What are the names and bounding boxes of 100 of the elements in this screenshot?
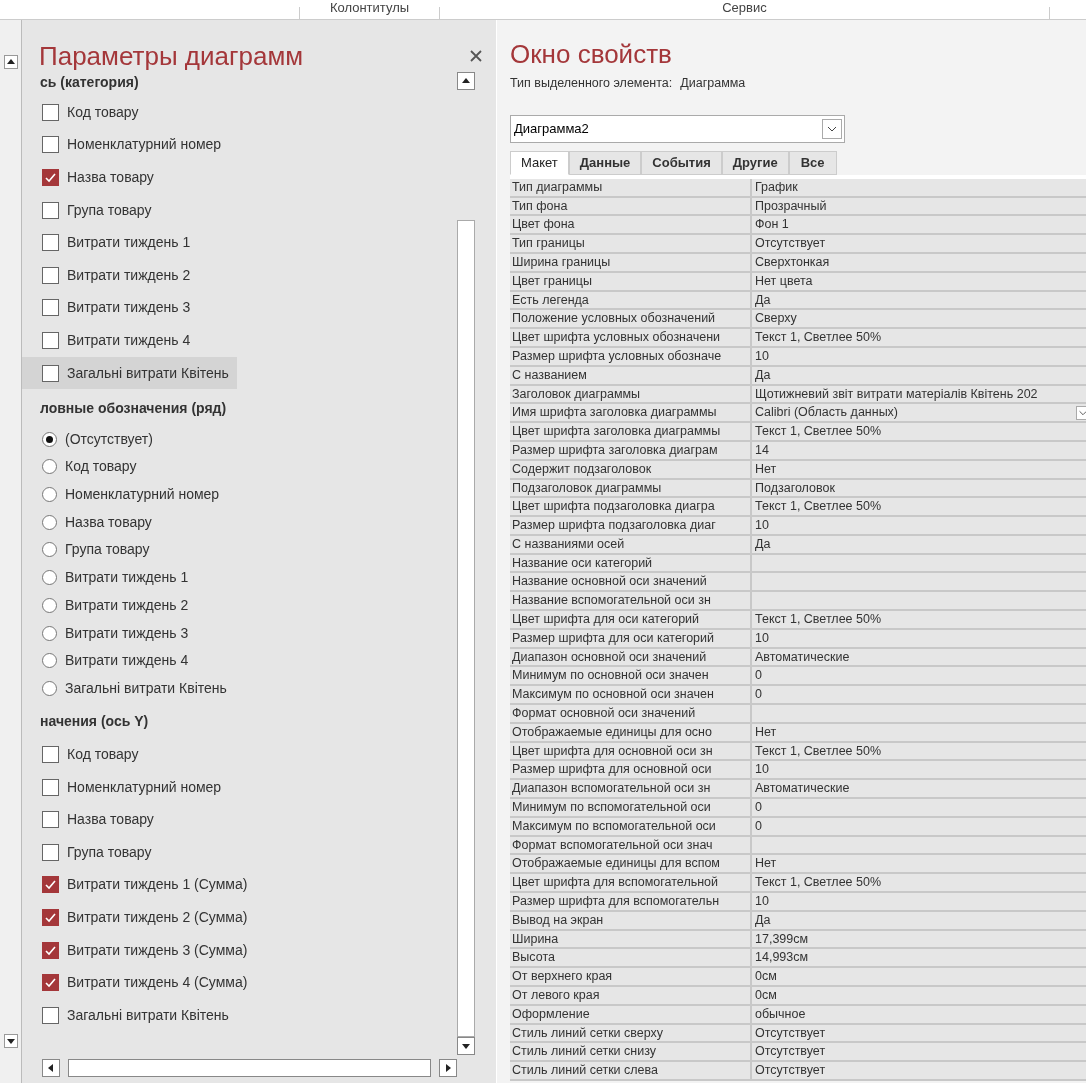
property-value[interactable]: 0см — [752, 987, 1086, 1006]
checkbox[interactable] — [42, 266, 59, 284]
radio-button[interactable] — [42, 680, 57, 696]
selection-type-value: Диаграмма — [680, 75, 746, 92]
radio-button[interactable] — [42, 653, 57, 669]
checkbox-option[interactable]: Номенклатурний номер — [22, 770, 230, 804]
radio-button[interactable] — [42, 459, 57, 475]
radio-option[interactable]: Витрати тиждень 2 — [22, 591, 189, 620]
radio-button[interactable] — [42, 570, 57, 586]
radio-option[interactable]: Код товару — [22, 453, 137, 481]
property-value[interactable]: Отсутствует — [752, 235, 1086, 254]
checkbox[interactable] — [42, 1006, 59, 1024]
property-value[interactable]: Текст 1, Светлее 50% — [752, 423, 1086, 442]
radio-option[interactable]: Витрати тиждень 1 — [22, 563, 189, 592]
checkbox[interactable] — [42, 136, 59, 154]
checkbox[interactable] — [42, 201, 59, 219]
scroll-down-button[interactable] — [3, 1034, 18, 1048]
checkbox[interactable] — [42, 909, 59, 926]
tab[interactable]: Макет — [510, 150, 569, 175]
checkbox-option[interactable]: Назва товару — [22, 161, 162, 194]
checkbox-option[interactable]: Витрати тиждень 4 — [22, 324, 199, 357]
property-value[interactable]: Сверху — [752, 310, 1086, 330]
radio-button[interactable] — [42, 542, 57, 558]
property-value[interactable]: 10 — [752, 517, 1086, 536]
checkbox[interactable] — [42, 331, 59, 349]
property-value[interactable]: 0 — [752, 667, 1086, 687]
radio-option[interactable]: (Отсутствует) — [22, 425, 153, 454]
property-name: Цвет фона — [510, 216, 752, 236]
checkbox[interactable] — [42, 843, 59, 861]
property-value[interactable]: Отсутствует — [752, 1062, 1086, 1081]
radio-option[interactable]: Витрати тиждень 3 — [22, 619, 189, 647]
checkbox[interactable] — [42, 103, 59, 121]
checkbox-option[interactable]: Загальні витрати Квітень — [22, 356, 237, 390]
property-name: Минимум по основной оси значен — [510, 667, 752, 687]
object-dropdown[interactable]: Диаграмма2 — [510, 114, 845, 143]
horizontal-scrollbar[interactable] — [42, 1059, 457, 1077]
property-value[interactable]: Calibri (Область данных) — [752, 404, 1086, 424]
checkbox-option[interactable]: Код товару — [22, 96, 147, 129]
checkbox-option[interactable]: Витрати тиждень 3 — [22, 291, 199, 325]
property-value[interactable]: Текст 1, Светлее 50% — [752, 874, 1086, 894]
close-icon[interactable] — [470, 50, 482, 62]
chevron-down-icon[interactable] — [1076, 406, 1086, 421]
checkbox-option[interactable]: Група товару — [22, 836, 160, 869]
checkbox[interactable] — [42, 169, 59, 186]
radio-option[interactable]: Назва товару — [22, 508, 152, 537]
radio-button[interactable] — [42, 514, 57, 530]
property-value[interactable]: 10 — [752, 761, 1086, 781]
ribbon-group-label: Колонтитулы — [329, 2, 410, 14]
radio-option[interactable]: Група товару — [22, 536, 150, 564]
checkbox-option[interactable]: Загальні витрати Квітень — [22, 998, 237, 1032]
property-value[interactable]: Нет — [752, 855, 1086, 875]
tab[interactable]: Данные — [568, 150, 642, 175]
checkbox[interactable] — [42, 778, 59, 796]
checkbox[interactable] — [42, 364, 59, 382]
property-value[interactable]: 0 — [752, 799, 1086, 818]
checkbox[interactable] — [42, 876, 59, 894]
checkbox-option[interactable]: Номенклатурний номер — [22, 128, 230, 162]
radio-button[interactable] — [42, 431, 57, 447]
checkbox[interactable] — [42, 974, 59, 992]
tab[interactable]: Все — [788, 150, 837, 175]
radio-button[interactable] — [42, 487, 57, 503]
tab[interactable]: События — [641, 150, 722, 175]
property-name: Положение условных обозначений — [510, 310, 752, 330]
checkbox-option[interactable]: Витрати тиждень 4 (Сумма) — [22, 966, 256, 999]
property-value[interactable]: График — [752, 178, 1086, 198]
property-value[interactable]: 10 — [752, 893, 1086, 912]
property-value[interactable]: Автоматические — [752, 780, 1086, 800]
checkbox-option[interactable]: Код товару — [22, 738, 147, 771]
property-value[interactable]: 0см — [752, 968, 1086, 987]
checkbox-option[interactable]: Назва товару — [22, 803, 162, 836]
checkmark-icon — [44, 976, 57, 990]
property-value[interactable]: Фон 1 — [752, 216, 1086, 236]
radio-option[interactable]: Номенклатурний номер — [22, 480, 220, 509]
checkbox-option[interactable]: Витрати тиждень 1 — [22, 226, 199, 259]
property-value[interactable]: 14,993см — [752, 949, 1086, 969]
radio-button[interactable] — [42, 625, 57, 641]
vertical-scrollbar[interactable] — [456, 72, 476, 1055]
checkbox-option[interactable]: Витрати тиждень 2 (Сумма) — [22, 901, 256, 934]
property-value[interactable]: Текст 1, Светлее 50% — [752, 611, 1086, 630]
tab[interactable]: Другие — [721, 150, 789, 175]
property-name: Название основной оси значений — [510, 573, 752, 593]
checkbox-option[interactable]: Група товару — [22, 193, 160, 227]
property-name: Размер шрифта подзаголовка диаг — [510, 517, 752, 536]
radio-option[interactable]: Загальні витрати Квітень — [22, 674, 227, 703]
checkbox[interactable] — [42, 299, 59, 317]
property-value[interactable]: 0 — [752, 686, 1086, 706]
checkbox-option[interactable]: Витрати тиждень 1 (Сумма) — [22, 868, 256, 902]
checkbox[interactable] — [42, 746, 59, 763]
property-value[interactable]: Текст 1, Светлее 50% — [752, 329, 1086, 348]
radio-option[interactable]: Витрати тиждень 4 — [22, 646, 189, 675]
checkbox-option[interactable]: Витрати тиждень 3 (Сумма) — [22, 933, 256, 967]
radio-button[interactable] — [42, 597, 57, 613]
checkbox[interactable] — [42, 941, 59, 959]
property-value[interactable]: Текст 1, Светлее 50% — [752, 498, 1086, 518]
scroll-up-button[interactable] — [3, 55, 18, 69]
checkbox[interactable] — [42, 234, 59, 252]
checkbox[interactable] — [42, 811, 59, 829]
checkbox-option[interactable]: Витрати тиждень 2 — [22, 258, 199, 292]
property-value[interactable]: Отсутствует — [752, 1043, 1086, 1063]
property-name: Тип диаграммы — [510, 178, 752, 198]
